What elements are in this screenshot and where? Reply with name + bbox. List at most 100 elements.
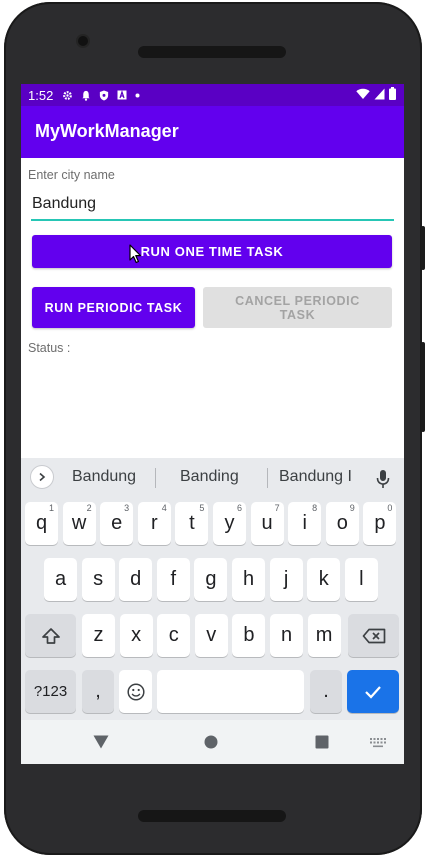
key-t-hint: 5 xyxy=(199,503,205,513)
recents-icon[interactable] xyxy=(315,735,329,749)
suggestion-bar: Bandung Banding Bandung I xyxy=(21,458,404,498)
key-q-hint: 1 xyxy=(48,503,54,513)
city-input[interactable] xyxy=(31,191,394,221)
check-icon xyxy=(365,685,381,699)
back-icon[interactable] xyxy=(93,735,109,749)
enter-key[interactable] xyxy=(347,670,399,713)
key-h[interactable]: h xyxy=(232,558,265,601)
key-v[interactable]: v xyxy=(194,614,228,657)
app-bar: MyWorkManager xyxy=(21,106,404,158)
backspace-key[interactable] xyxy=(348,614,399,657)
key-u-hint: 7 xyxy=(274,503,280,513)
home-icon[interactable] xyxy=(204,735,218,749)
key-x[interactable]: x xyxy=(119,614,153,657)
key-l-label: l xyxy=(359,568,364,590)
key-q[interactable]: q1 xyxy=(25,502,58,545)
key-j[interactable]: j xyxy=(269,558,303,601)
run-periodic-task-button[interactable]: RUN PERIODIC TASK xyxy=(32,287,195,328)
key-d-label: d xyxy=(130,568,142,590)
key-b[interactable]: b xyxy=(232,614,266,657)
cancel-periodic-task-button[interactable]: CANCEL PERIODIC TASK xyxy=(203,287,392,328)
key-y-hint: 6 xyxy=(236,503,242,513)
key-r-label: r xyxy=(150,512,158,534)
key-b-label: b xyxy=(243,624,255,646)
gear-icon xyxy=(63,90,73,100)
space-key[interactable] xyxy=(157,670,304,713)
keyboard-switch-icon[interactable] xyxy=(370,738,386,748)
wifi-icon xyxy=(356,88,370,99)
key-g-label: g xyxy=(205,568,217,590)
key-t[interactable]: t5 xyxy=(175,502,209,545)
shift-icon xyxy=(41,627,60,644)
mouse-cursor-icon xyxy=(129,244,142,264)
a-icon xyxy=(117,90,127,100)
suggestion-2[interactable]: Banding xyxy=(180,468,239,486)
key-r[interactable]: r4 xyxy=(137,502,171,545)
key-w-label: w xyxy=(71,512,87,534)
status-label: Status : xyxy=(28,341,71,355)
suggestion-divider xyxy=(267,468,268,488)
key-f-label: f xyxy=(170,568,177,590)
shield-icon xyxy=(100,89,109,101)
soft-keyboard: Bandung Banding Bandung I ?123 , . q1w2e… xyxy=(21,458,404,720)
key-d[interactable]: d xyxy=(119,558,153,601)
key-f[interactable]: f xyxy=(156,558,190,601)
key-e-label: e xyxy=(111,512,123,534)
suggestion-divider xyxy=(155,468,156,488)
suggestion-1[interactable]: Bandung xyxy=(72,468,136,486)
key-w[interactable]: w2 xyxy=(62,502,96,545)
app-title: MyWorkManager xyxy=(35,121,179,141)
key-l[interactable]: l xyxy=(344,558,378,601)
shift-key[interactable] xyxy=(25,614,76,657)
key-a[interactable]: a xyxy=(44,558,77,601)
key-s[interactable]: s xyxy=(81,558,115,601)
key-u[interactable]: u7 xyxy=(250,502,284,545)
suggestion-3[interactable]: Bandung I xyxy=(279,468,352,486)
key-c-label: c xyxy=(168,624,179,646)
key-o-hint: 9 xyxy=(349,503,355,513)
screen: 1:52 MyWorkManager Enter city name RUN O… xyxy=(21,84,404,764)
power-button[interactable] xyxy=(421,226,425,270)
status-bar: 1:52 xyxy=(21,84,404,106)
key-n[interactable]: n xyxy=(270,614,303,657)
period-key[interactable]: . xyxy=(310,670,342,713)
volume-button[interactable] xyxy=(421,342,425,432)
key-i[interactable]: i8 xyxy=(288,502,322,545)
mic-icon[interactable] xyxy=(376,469,390,489)
bell-icon xyxy=(82,90,90,101)
key-x-label: x xyxy=(131,624,142,646)
top-speaker xyxy=(138,46,286,58)
key-z[interactable]: z xyxy=(82,614,115,657)
key-o-label: o xyxy=(336,512,348,534)
key-u-label: u xyxy=(261,512,273,534)
bottom-speaker xyxy=(138,810,286,822)
run-one-time-task-button[interactable]: RUN ONE TIME TASK xyxy=(32,235,392,268)
chevron-right-icon[interactable] xyxy=(30,465,54,489)
emoji-key[interactable] xyxy=(119,670,152,713)
key-m[interactable]: m xyxy=(307,614,341,657)
status-time: 1:52 xyxy=(28,87,54,103)
key-v-label: v xyxy=(206,624,217,646)
key-y-label: y xyxy=(224,512,235,534)
key-e[interactable]: e3 xyxy=(100,502,134,545)
battery-icon xyxy=(389,87,396,100)
key-y[interactable]: y6 xyxy=(213,502,246,545)
key-n-label: n xyxy=(280,624,293,646)
dot-icon xyxy=(135,93,140,97)
key-g[interactable]: g xyxy=(194,558,228,601)
key-k[interactable]: k xyxy=(307,558,341,601)
key-w-hint: 2 xyxy=(86,503,92,513)
key-o[interactable]: o9 xyxy=(325,502,359,545)
key-m-label: m xyxy=(315,624,333,646)
signal-icon xyxy=(374,88,385,99)
emoji-icon xyxy=(126,682,145,701)
key-p[interactable]: p0 xyxy=(363,502,397,545)
key-t-label: t xyxy=(189,512,195,534)
comma-key[interactable]: , xyxy=(82,670,114,713)
key-c[interactable]: c xyxy=(157,614,191,657)
key-i-label: i xyxy=(302,512,307,534)
backspace-icon xyxy=(362,628,385,643)
key-k-label: k xyxy=(318,568,329,590)
symbols-key[interactable]: ?123 xyxy=(25,670,76,713)
key-p-label: p xyxy=(374,512,386,534)
